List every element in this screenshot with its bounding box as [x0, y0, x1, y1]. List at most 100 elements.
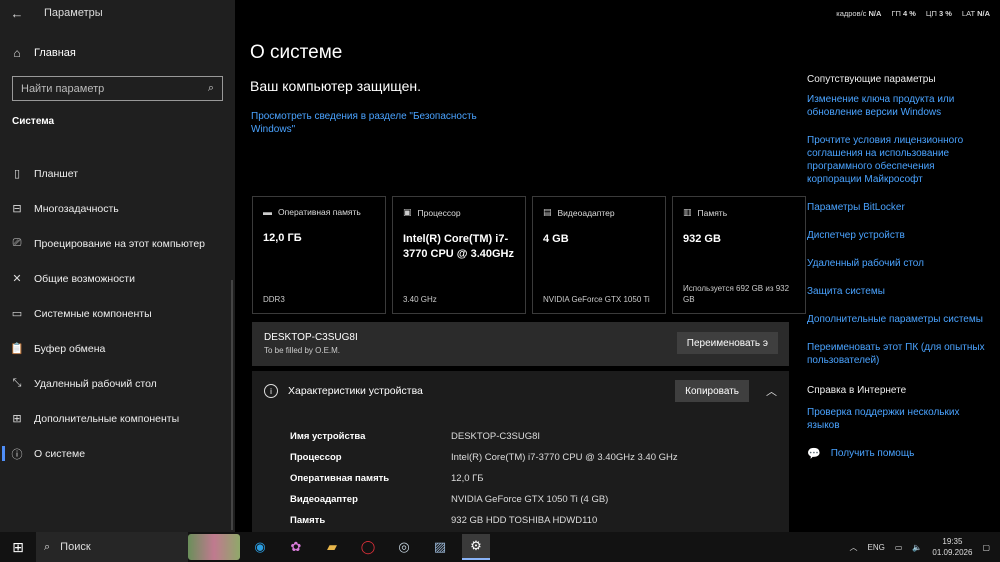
get-help-link[interactable]: 💬 Получить помощь [807, 447, 987, 460]
spec-card-sub: 3.40 GHz [403, 295, 437, 304]
sidebar-item[interactable]: ⓘ О системе [0, 436, 235, 471]
multitasking-icon: ⊟ [12, 203, 22, 215]
sidebar-item[interactable]: ⊟ Многозадачность [0, 191, 235, 226]
search-highlight-image[interactable] [188, 534, 240, 560]
spec-value: 932 GB HDD TOSHIBA HDWD110 [451, 515, 598, 526]
copy-button[interactable]: Копировать [675, 380, 749, 402]
network-icon[interactable]: ▭ [895, 543, 903, 552]
get-help-label: Получить помощь [830, 448, 915, 459]
shared-experiences-icon: ✕ [12, 273, 22, 285]
back-arrow-icon[interactable]: ← [0, 6, 34, 21]
spec-value: Intel(R) Core(TM) i7-3770 CPU @ 3.40GHz … [451, 452, 678, 463]
clipboard-icon: 📋 [10, 343, 24, 355]
steam-icon[interactable]: ◎ [390, 534, 418, 560]
remote-desktop-icon: ⤡ [12, 377, 22, 389]
clock[interactable]: 19:35 01.09.2026 [932, 536, 972, 558]
chevron-up-icon[interactable]: ︿ [766, 383, 777, 399]
chevron-up-icon[interactable]: ︿ [850, 542, 858, 553]
taskbar-search[interactable]: ⌕ Поиск [36, 532, 188, 562]
cpu-readout: ЦП 3 % [925, 8, 952, 18]
device-specs-header[interactable]: i Характеристики устройства Копировать ︿ [252, 371, 789, 411]
sidebar-scrollbar[interactable] [231, 280, 233, 530]
rename-pc-button[interactable]: Переименовать э [676, 332, 778, 354]
window-titlebar: ← Параметры [0, 0, 235, 26]
spec-card-sub: DDR3 [263, 295, 285, 304]
storage-icon: ▥ [683, 207, 692, 217]
search-icon[interactable]: ⌕ [208, 82, 214, 95]
spec-value: 12,0 ГБ [451, 473, 484, 484]
system-components-icon: ▭ [11, 308, 23, 320]
spec-key: Видеоадаптер [290, 494, 358, 505]
related-link[interactable]: Параметры BitLocker [807, 201, 987, 214]
spec-card: ▤ Видеоадаптер 4 GB NVIDIA GeForce GTX 1… [532, 196, 666, 314]
device-name-panel: DESKTOP-C3SUG8I To be filled by O.E.M. П… [252, 322, 789, 366]
volume-icon[interactable]: 🔈 [912, 543, 922, 552]
photos-icon[interactable]: ▨ [426, 534, 454, 560]
sidebar-item-label: Удаленный рабочий стол [34, 377, 157, 390]
cpu-icon: ▣ [403, 207, 412, 217]
help-link[interactable]: Проверка поддержки нескольких языков [807, 406, 987, 432]
ram-icon: ▬ [263, 207, 272, 217]
search-input[interactable] [21, 82, 191, 95]
spec-card: ▣ Процессор Intel(R) Core(TM) i7-3770 CP… [392, 196, 526, 314]
help-links: Проверка поддержки нескольких языков [807, 406, 987, 432]
spec-card-title: Оперативная память [278, 207, 361, 217]
sidebar-item[interactable]: ✕ Общие возможности [0, 261, 235, 296]
sidebar-item[interactable]: ▯ Планшет [0, 156, 235, 191]
spec-row: Видеоадаптер NVIDIA GeForce GTX 1050 Ti … [252, 489, 789, 510]
date: 01.09.2026 [932, 548, 973, 557]
spec-row: Память 932 GB HDD TOSHIBA HDWD110 [252, 510, 789, 531]
spec-row: Имя устройства DESKTOP-C3SUG8I [252, 426, 789, 447]
language-indicator[interactable]: ENG [868, 543, 885, 552]
window-title: Параметры [44, 7, 103, 19]
spec-value: DESKTOP-C3SUG8I [451, 431, 541, 442]
copilot-icon[interactable]: ✿ [282, 534, 310, 560]
chat-help-icon: 💬 [807, 448, 821, 460]
related-link[interactable]: Прочтите условия лицензионного соглашени… [807, 134, 987, 186]
spec-card-header: ▤ Видеоадаптер [543, 207, 655, 218]
page-title: О системе [250, 42, 343, 63]
optional-components-icon: ⊞ [12, 413, 22, 425]
settings-icon[interactable]: ⚙ [462, 534, 490, 560]
spec-card-sub: NVIDIA GeForce GTX 1050 Ti [543, 295, 650, 304]
sidebar-item[interactable]: 📋 Буфер обмена [0, 331, 235, 366]
related-links: Изменение ключа продукта или обновление … [807, 93, 987, 367]
projecting-icon: ⎚ [12, 237, 22, 249]
notifications-icon[interactable]: ▢ [982, 543, 990, 552]
specs-title: Характеристики устройства [288, 385, 423, 397]
windows-security-link[interactable]: Просмотреть сведения в разделе "Безопасн… [251, 110, 491, 136]
sidebar-item[interactable]: ⎚ Проецирование на этот компьютер [0, 226, 235, 261]
taskbar-apps: ◉ ✿ ▰ ◯ ◎ ▨ ⚙ [246, 534, 490, 560]
sidebar-section-title: Система [12, 116, 55, 127]
spec-card: ▬ Оперативная память 12,0 ГБ DDR3 [252, 196, 386, 314]
spec-key: Память [290, 515, 326, 526]
related-link[interactable]: Дополнительные параметры системы [807, 313, 987, 326]
spec-card-value: Intel(R) Core(TM) i7-3770 CPU @ 3.40GHz [403, 233, 514, 260]
spec-card-value: 932 GB [683, 233, 721, 245]
opera-icon[interactable]: ◯ [354, 534, 382, 560]
windows-start-icon[interactable]: ⊞ [0, 539, 36, 556]
related-link[interactable]: Защита системы [807, 285, 987, 298]
lat-readout: LAT N/A [961, 8, 990, 18]
fps-readout: кадров/с N/A [836, 8, 882, 18]
spec-card-header: ▥ Память [683, 207, 795, 218]
protection-status: Ваш компьютер защищен. [250, 78, 422, 94]
home-icon: ⌂ [13, 46, 21, 60]
performance-overlay: кадров/с N/A ГП 4 % ЦП 3 % LAT N/A [836, 0, 1000, 26]
related-link[interactable]: Диспетчер устройств [807, 229, 987, 242]
edge-icon[interactable]: ◉ [246, 534, 274, 560]
time: 19:35 [942, 537, 963, 546]
related-link[interactable]: Изменение ключа продукта или обновление … [807, 93, 987, 119]
sidebar-item-home[interactable]: ⌂ Главная [0, 38, 235, 68]
search-icon: ⌕ [44, 540, 51, 553]
sidebar-item[interactable]: ▭ Системные компоненты [0, 296, 235, 331]
spec-key: Имя устройства [290, 431, 366, 442]
related-link[interactable]: Удаленный рабочий стол [807, 257, 987, 270]
sidebar-item[interactable]: ⊞ Дополнительные компоненты [0, 401, 235, 436]
file-explorer-icon[interactable]: ▰ [318, 534, 346, 560]
sidebar-item[interactable]: ⤡ Удаленный рабочий стол [0, 366, 235, 401]
related-settings: Сопутствующие параметры Изменение ключа … [807, 74, 987, 460]
related-link[interactable]: Переименовать этот ПК (для опытных польз… [807, 341, 987, 367]
sidebar-item-label: Буфер обмена [34, 342, 106, 355]
spec-value: NVIDIA GeForce GTX 1050 Ti (4 GB) [451, 494, 609, 505]
